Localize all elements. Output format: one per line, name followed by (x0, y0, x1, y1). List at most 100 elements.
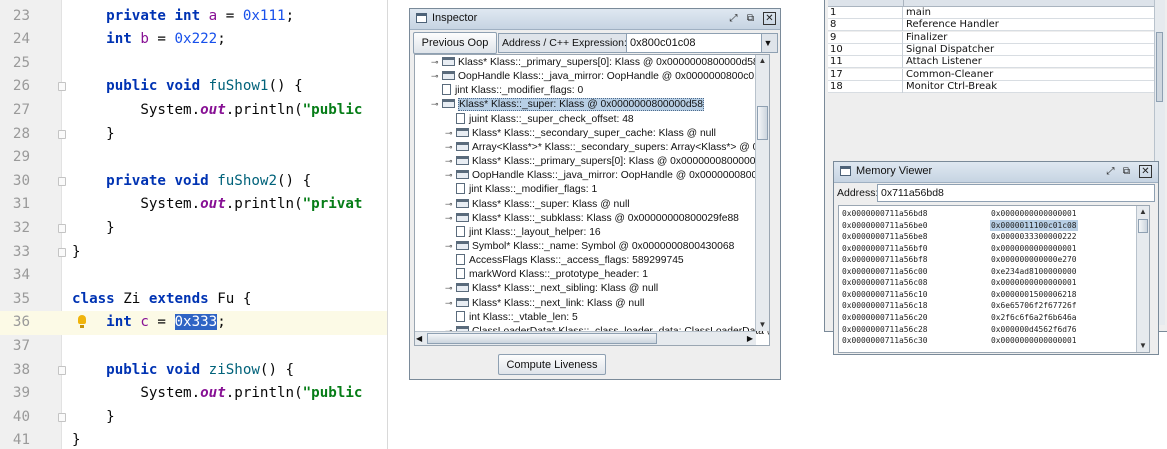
memory-address-input[interactable]: 0x711a56bd8 (877, 184, 1155, 202)
scroll-thumb[interactable] (757, 106, 768, 140)
scroll-down-icon[interactable]: ▼ (1137, 340, 1149, 352)
code-line[interactable]: 24 int b = 0x222; (0, 28, 387, 52)
code-line[interactable]: 30 private void fuShow2() { (0, 170, 387, 194)
memory-row[interactable]: 0x0000000711a56bd8 0x0000000000000001 (839, 208, 1137, 219)
code-line[interactable]: 31 System.out.println("privat (0, 193, 387, 217)
code-line[interactable]: 32 } (0, 217, 387, 241)
thread-row[interactable]: 17 Common-Cleaner (828, 68, 1154, 81)
memory-viewer-titlebar[interactable]: Memory Viewer ⤢ ⧉ ✕ (834, 162, 1158, 183)
collapsed-toggle-icon[interactable]: ⊸ (431, 55, 439, 70)
tree-horizontal-scrollbar[interactable]: ◀ ▶ (415, 331, 756, 345)
tree-node[interactable]: ⊸ Klass* Klass::_primary_supers[0]: Klass… (431, 55, 759, 70)
thread-row[interactable]: 9 Finalizer (828, 31, 1154, 44)
collapsed-toggle-icon[interactable]: ⊸ (431, 69, 439, 84)
scroll-left-icon[interactable]: ◀ (416, 332, 422, 345)
code-line[interactable]: 39 System.out.println("public (0, 382, 387, 406)
collapsed-toggle-icon[interactable]: ⊸ (445, 281, 453, 296)
previous-oop-button[interactable]: Previous Oop (413, 32, 497, 54)
maximize-icon[interactable]: ⧉ (1120, 165, 1133, 178)
tree-vertical-scrollbar[interactable]: ▲ ▼ (755, 55, 769, 331)
code-line[interactable]: 26 public void fuShow1() { (0, 75, 387, 99)
tree-node[interactable]: ⊸ Klass* Klass::_super: Klass @ 0x0000000… (431, 97, 705, 112)
code-line[interactable]: 25 (0, 52, 387, 76)
fold-marker-icon[interactable] (58, 176, 66, 186)
collapsed-toggle-icon[interactable]: ⊸ (445, 239, 453, 254)
tree-node[interactable]: ⊸ OopHandle Klass::_java_mirror: OopHandl… (445, 168, 769, 183)
compute-liveness-button[interactable]: Compute Liveness (498, 354, 606, 375)
scroll-up-icon[interactable]: ▲ (756, 55, 769, 67)
threads-column-header-name[interactable] (904, 0, 1155, 7)
collapsed-toggle-icon[interactable]: ⊸ (445, 140, 453, 155)
memory-row[interactable]: 0x0000000711a56c30 0x0000000000000001 (839, 335, 1137, 346)
code-editor[interactable]: 23 private int a = 0x111; 24 int b = 0x22… (0, 0, 388, 449)
klass-tree[interactable]: ⊸ Klass* Klass::_primary_supers[0]: Klass… (414, 54, 770, 346)
code-line[interactable]: 33} (0, 241, 387, 265)
close-icon[interactable]: ✕ (1139, 165, 1152, 178)
tree-node[interactable]: juint Klass::_super_check_offset: 48 (445, 112, 634, 127)
horizontal-scroll-thumb[interactable] (427, 333, 657, 344)
fold-marker-icon[interactable] (58, 223, 66, 233)
thread-row[interactable]: 11 Attach Listener (828, 56, 1154, 69)
tree-node[interactable]: int Klass::_vtable_len: 5 (445, 310, 578, 325)
thread-row[interactable]: 8 Reference Handler (828, 19, 1154, 32)
expanded-toggle-icon[interactable]: ⊸ (431, 97, 439, 112)
fold-marker-icon[interactable] (58, 412, 66, 422)
thread-row[interactable]: 18 Monitor Ctrl-Break (828, 80, 1154, 93)
threads-column-header-id[interactable] (828, 0, 904, 7)
memory-scroll-thumb[interactable] (1138, 219, 1148, 233)
tree-node[interactable]: jint Klass::_modifier_flags: 0 (431, 83, 583, 98)
code-line[interactable]: 29 (0, 146, 387, 170)
collapsed-toggle-icon[interactable]: ⊸ (445, 296, 453, 311)
tree-node[interactable]: ⊸ Klass* Klass::_super: Klass @ null (445, 197, 630, 212)
memory-row[interactable]: 0x0000000711a56be0 0x0000011100c01c08 (839, 219, 1137, 231)
tree-node[interactable]: markWord Klass::_prototype_header: 1 (445, 267, 648, 282)
collapsed-toggle-icon[interactable]: ⊸ (445, 211, 453, 226)
memory-vertical-scrollbar[interactable]: ▲ ▼ (1136, 206, 1149, 352)
scroll-up-icon[interactable]: ▲ (1137, 206, 1149, 218)
memory-row[interactable]: 0x0000000711a56c00 0xe234ad8100000000 (839, 266, 1137, 277)
code-line[interactable]: 37 (0, 335, 387, 359)
memory-row[interactable]: 0x0000000711a56c10 0x0000001500006218 (839, 289, 1137, 300)
code-line[interactable]: 28 } (0, 123, 387, 147)
fold-marker-icon[interactable] (58, 82, 66, 92)
collapsed-toggle-icon[interactable]: ⊸ (445, 126, 453, 141)
threads-scroll-thumb[interactable] (1156, 32, 1163, 102)
scroll-down-icon[interactable]: ▼ (756, 319, 769, 331)
close-icon[interactable]: ✕ (763, 12, 776, 25)
tree-node[interactable]: ⊸ Symbol* Klass::_name: Symbol @ 0x000000… (445, 239, 734, 254)
fold-marker-icon[interactable] (58, 247, 66, 257)
tree-node[interactable]: jint Klass::_modifier_flags: 1 (445, 182, 597, 197)
tree-node[interactable]: ⊸ Klass* Klass::_next_sibling: Klass @ nu… (445, 281, 658, 296)
tree-node[interactable]: jint Klass::_layout_helper: 16 (445, 225, 601, 240)
collapsed-toggle-icon[interactable]: ⊸ (445, 197, 453, 212)
restore-icon[interactable]: ⤢ (727, 12, 740, 25)
thread-row[interactable]: 10 Signal Dispatcher (828, 43, 1154, 57)
memory-row[interactable]: 0x0000000711a56c08 0x0000000000000001 (839, 277, 1137, 288)
memory-row[interactable]: 0x0000000711a56c20 0x2f6c6f6a2f6b646a (839, 312, 1137, 323)
memory-table[interactable]: 0x0000000711a56bd8 0x0000000000000001 0x00… (838, 205, 1150, 353)
memory-row[interactable]: 0x0000000711a56bf0 0x0000000000000001 (839, 243, 1137, 254)
code-line[interactable]: 38 public void ziShow() { (0, 359, 387, 383)
code-line[interactable]: 40 } (0, 406, 387, 430)
tree-node[interactable]: ⊸ Klass* Klass::_primary_supers[0]: Klass… (445, 154, 769, 169)
tree-node[interactable]: ⊸ OopHandle Klass::_java_mirror: OopHandl… (431, 69, 769, 84)
tree-node[interactable]: AccessFlags Klass::_access_flags: 589299… (445, 253, 684, 268)
restore-icon[interactable]: ⤢ (1104, 165, 1117, 178)
chevron-down-icon[interactable]: ▼ (761, 36, 775, 50)
fold-marker-icon[interactable] (58, 129, 66, 139)
code-line[interactable]: 27 System.out.println("public (0, 99, 387, 123)
code-line[interactable]: 34 (0, 264, 387, 288)
tree-node[interactable]: ⊸ Klass* Klass::_subklass: Klass @ 0x0000… (445, 211, 739, 226)
address-expression-input[interactable]: 0x800c01c08 (626, 33, 762, 53)
tree-node[interactable]: ⊸ Array<Klass*>* Klass::_secondary_supers… (445, 140, 769, 155)
inspector-titlebar[interactable]: Inspector ⤢ ⧉ ✕ (410, 9, 780, 30)
thread-row[interactable]: 1 main (828, 7, 1154, 20)
code-line[interactable]: 41} (0, 429, 387, 449)
maximize-icon[interactable]: ⧉ (744, 12, 757, 25)
memory-row[interactable]: 0x0000000711a56bf8 0x000000000000e270 (839, 254, 1137, 265)
fold-marker-icon[interactable] (58, 365, 66, 375)
code-line[interactable]: 23 private int a = 0x111; (0, 5, 387, 29)
scroll-right-icon[interactable]: ▶ (747, 332, 753, 345)
memory-row[interactable]: 0x0000000711a56c18 0x6e65706f2f67726f (839, 300, 1137, 311)
memory-row[interactable]: 0x0000000711a56c28 0x000000d4562f6d76 (839, 324, 1137, 335)
